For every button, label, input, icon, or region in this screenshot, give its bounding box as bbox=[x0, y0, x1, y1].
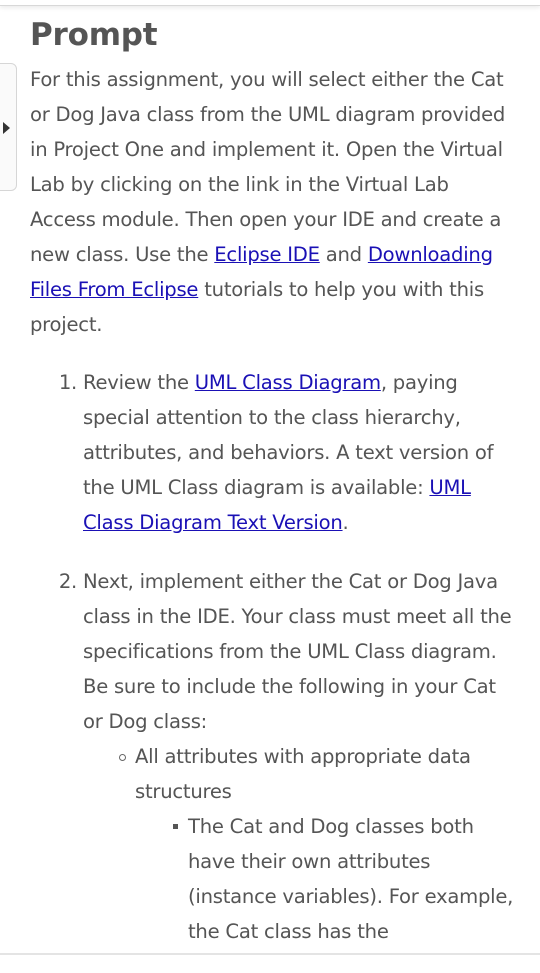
top-divider bbox=[0, 0, 540, 6]
bottom-divider bbox=[0, 953, 540, 966]
page-title: Prompt bbox=[30, 17, 158, 53]
caret-right-icon bbox=[3, 122, 10, 134]
intro-text-2: and bbox=[319, 243, 368, 266]
sub-sub-item-text: The Cat and Dog classes both have their … bbox=[188, 815, 514, 943]
eclipse-ide-link[interactable]: Eclipse IDE bbox=[214, 243, 320, 266]
step-1-text-1: Review the bbox=[83, 371, 195, 394]
intro-paragraph: For this assignment, you will select eit… bbox=[30, 62, 520, 342]
prompt-content: Prompt For this assignment, you will sel… bbox=[30, 12, 520, 973]
sub-sublist: The Cat and Dog classes both have their … bbox=[135, 809, 520, 949]
circle-bullet-icon bbox=[119, 754, 126, 761]
sub-item-text: All attributes with appropriate data str… bbox=[135, 745, 471, 803]
steps-list: Review the UML Class Diagram, paying spe… bbox=[30, 365, 520, 949]
side-panel-toggle[interactable] bbox=[0, 63, 17, 191]
intro-text-1: For this assignment, you will select eit… bbox=[30, 68, 506, 266]
sub-item: All attributes with appropriate data str… bbox=[119, 739, 520, 949]
uml-class-diagram-link[interactable]: UML Class Diagram bbox=[195, 371, 381, 394]
step-item-2: Next, implement either the Cat or Dog Ja… bbox=[83, 564, 520, 949]
sub-sub-item: The Cat and Dog classes both have their … bbox=[173, 809, 520, 949]
step-item-1: Review the UML Class Diagram, paying spe… bbox=[83, 365, 520, 540]
step-2-text: Next, implement either the Cat or Dog Ja… bbox=[83, 570, 512, 733]
step-1-text-3: . bbox=[342, 511, 349, 534]
step-2-sublist: All attributes with appropriate data str… bbox=[83, 739, 520, 949]
square-bullet-icon bbox=[173, 824, 178, 829]
